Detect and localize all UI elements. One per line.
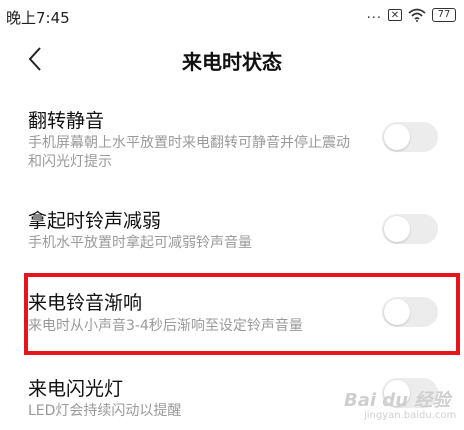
back-button[interactable]: [22, 44, 50, 74]
header: 来电时状态: [0, 36, 464, 84]
setting-description: LED灯会持续闪动以提醒: [28, 403, 182, 419]
status-time: 晚上7:45: [6, 9, 70, 27]
setting-description: 手机水平放置时拿起可减弱铃声音量: [28, 235, 252, 251]
setting-title: 来电铃音渐响: [28, 292, 143, 314]
setting-description: 来电时从小声音3-4秒后渐响至设定铃声音量: [28, 318, 303, 334]
toggle-knob: [384, 380, 410, 406]
status-icons: ... ✕ 77: [367, 7, 456, 22]
wifi-icon: [408, 8, 426, 22]
toggle-knob: [384, 216, 410, 242]
setting-row-flip-mute: 翻转静音 手机屏幕朝上水平放置时来电翻转可静音并停止震动和闪光灯提示: [0, 106, 464, 178]
setting-description: 手机屏幕朝上水平放置时来电翻转可静音并停止震动和闪光灯提示: [28, 135, 350, 170]
toggle-pickup-reduce[interactable]: [382, 214, 438, 244]
status-bar: 晚上7:45 ... ✕ 77: [0, 0, 464, 34]
setting-row-ringtone-fade-in: 来电铃音渐响 来电时从小声音3-4秒后渐响至设定铃声音量: [0, 288, 464, 338]
chevron-left-icon: [28, 47, 41, 71]
toggle-flip-mute[interactable]: [382, 122, 438, 152]
toggle-ringtone-fade-in[interactable]: [382, 297, 438, 327]
setting-row-pickup-reduce: 拿起时铃声减弱 手机水平放置时拿起可减弱铃声音量: [0, 206, 464, 256]
battery-icon: 77: [432, 7, 456, 22]
setting-title: 来电闪光灯: [28, 378, 124, 400]
page-title: 来电时状态: [182, 50, 282, 74]
toggle-knob: [384, 299, 410, 325]
toggle-knob: [384, 124, 410, 150]
setting-title: 拿起时铃声减弱: [28, 210, 162, 232]
toggle-flash-light[interactable]: [382, 378, 438, 408]
setting-row-flash-light: 来电闪光灯 LED灯会持续闪动以提醒: [0, 374, 464, 424]
no-sim-icon: ✕: [388, 8, 402, 21]
setting-title: 翻转静音: [28, 110, 105, 132]
more-dots: ...: [366, 7, 382, 22]
